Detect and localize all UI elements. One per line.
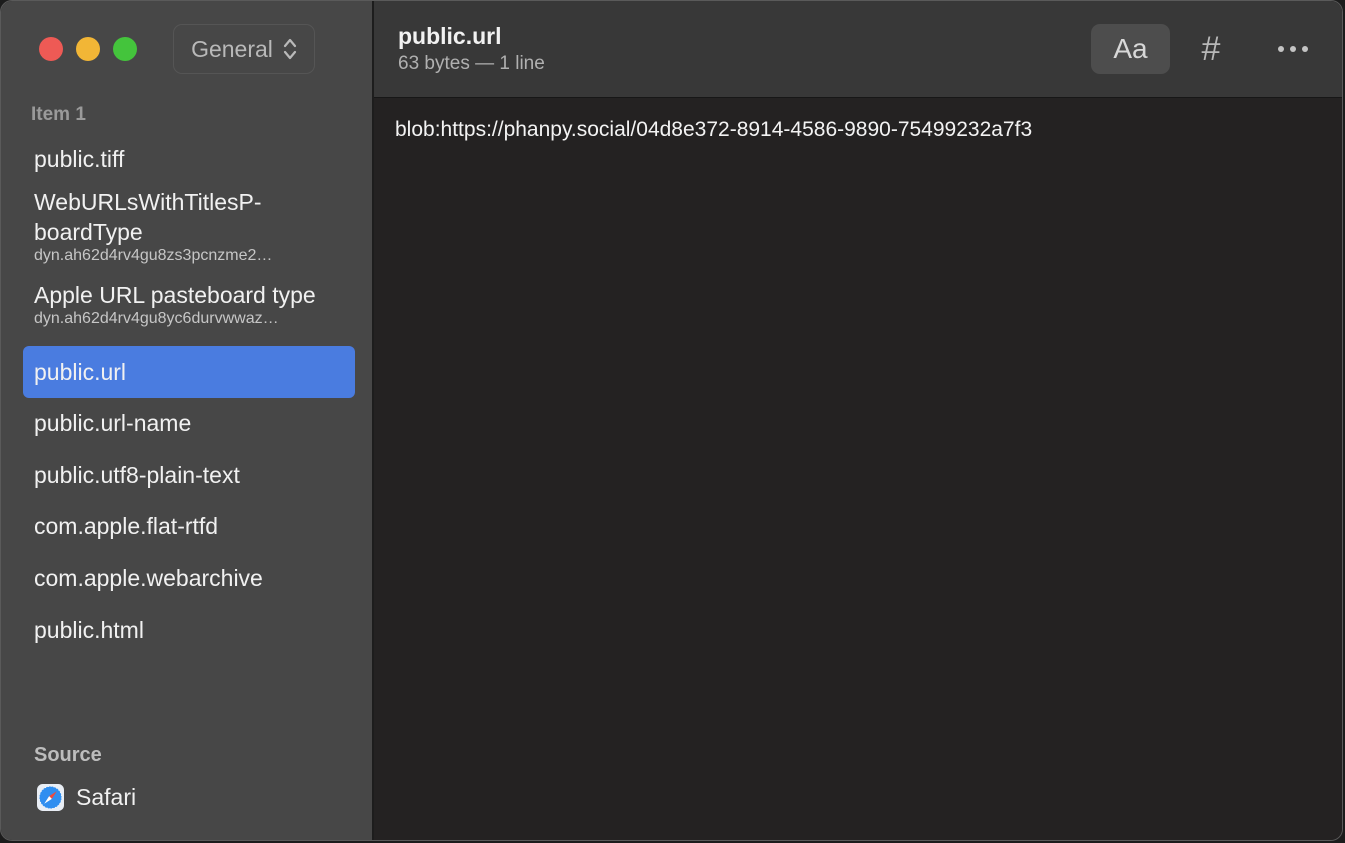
- source-app: Safari: [37, 784, 136, 811]
- list-item-title: public.tiff: [34, 146, 125, 172]
- source-label: Source: [34, 744, 102, 766]
- category-popup-button[interactable]: General: [173, 24, 315, 74]
- document-title: public.url: [398, 23, 502, 49]
- list-item-title: public.utf8-plain-text: [34, 462, 240, 488]
- list-item[interactable]: public.utf8-plain-text: [23, 450, 355, 502]
- list-item[interactable]: WebURLsWithTitlesP- boardType dyn.ah62d4…: [23, 182, 355, 278]
- list-item[interactable]: public.tiff: [23, 138, 355, 182]
- close-window-button[interactable]: [39, 37, 63, 61]
- section-label: Item 1: [31, 104, 86, 125]
- list-item-title: WebURLsWithTitlesP-: [34, 189, 262, 215]
- font-style-button[interactable]: Aa: [1091, 24, 1170, 74]
- list-item-title: com.apple.webarchive: [34, 565, 263, 591]
- list-item-selected[interactable]: public.url: [23, 346, 355, 398]
- list-item[interactable]: Apple URL pasteboard type dyn.ah62d4rv4g…: [23, 278, 355, 346]
- list-item-title: public.url-name: [34, 410, 192, 436]
- source-app-name: Safari: [76, 784, 137, 810]
- content-text[interactable]: blob:https://phanpy.social/04d8e372-8914…: [395, 118, 1032, 142]
- chevron-up-down-icon: [283, 37, 297, 61]
- list-item-title: Apple URL pasteboard type: [34, 282, 316, 308]
- list-item[interactable]: public.url-name: [23, 398, 355, 450]
- list-item[interactable]: com.apple.flat-rtfd: [23, 502, 355, 554]
- hex-view-button[interactable]: #: [1189, 24, 1233, 74]
- list-item-title: com.apple.flat-rtfd: [34, 513, 219, 539]
- app-window: General Item 1 public.tiff WebURLsWithTi…: [0, 0, 1343, 841]
- detail-pane: public.url 63 bytes — 1 line Aa # blob:h…: [374, 1, 1342, 840]
- list-item[interactable]: public.html: [23, 606, 355, 658]
- list-item-title: public.html: [34, 617, 144, 643]
- window-controls: [39, 37, 137, 61]
- safari-compass-icon: [37, 784, 64, 811]
- category-popup-label: General: [191, 35, 273, 62]
- toolbar: public.url 63 bytes — 1 line Aa #: [374, 1, 1342, 98]
- minimize-window-button[interactable]: [76, 37, 100, 61]
- zoom-window-button[interactable]: [113, 37, 137, 61]
- ellipsis-icon: [1278, 46, 1308, 52]
- list-item-subtitle: dyn.ah62d4rv4gu8yc6durvwwaz…: [34, 310, 279, 327]
- document-info: 63 bytes — 1 line: [398, 53, 545, 74]
- more-options-button[interactable]: [1269, 24, 1317, 74]
- list-item-title: public.url: [34, 359, 127, 385]
- list-item-title-continued: boardType: [34, 219, 143, 245]
- pasteboard-type-list: public.tiff WebURLsWithTitlesP- boardTyp…: [23, 138, 355, 658]
- list-item[interactable]: com.apple.webarchive: [23, 554, 355, 606]
- list-item-subtitle: dyn.ah62d4rv4gu8zs3pcnzme2…: [34, 247, 273, 264]
- sidebar: General Item 1 public.tiff WebURLsWithTi…: [1, 1, 374, 840]
